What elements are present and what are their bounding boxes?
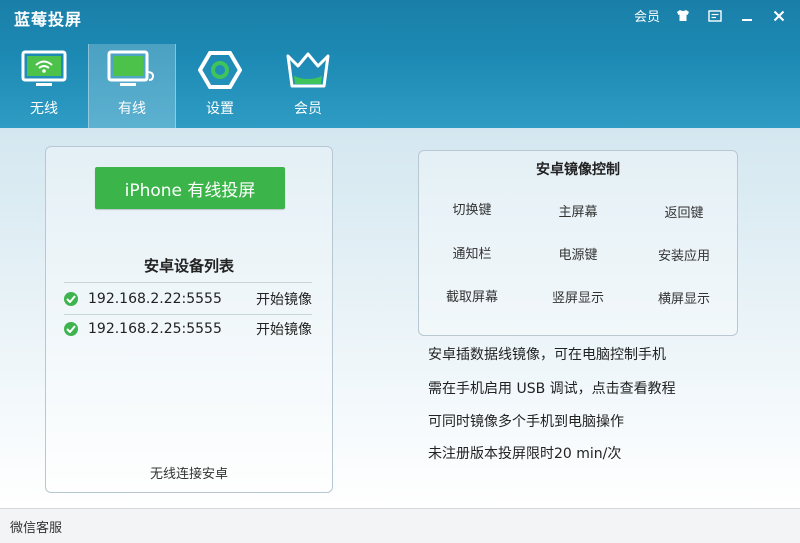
main-nav: 无线 有线 设置 会员 — [0, 44, 352, 128]
power-key-button[interactable]: 电源键 — [525, 244, 631, 263]
device-row: 192.168.2.22:5555 开始镜像 — [64, 287, 312, 311]
notification-bar-button[interactable]: 通知栏 — [419, 243, 525, 262]
start-mirror-button[interactable]: 开始镜像 — [248, 289, 312, 309]
app-title: 蓝莓投屏 — [14, 10, 83, 29]
wechat-service-link[interactable]: 微信客服 — [10, 517, 62, 536]
status-bar: 微信客服 — [0, 508, 800, 543]
tab-vip[interactable]: 会员 — [264, 44, 352, 128]
android-mirror-control-panel: 安卓镜像控制 切换键 主屏幕 返回键 通知栏 电源键 安装应用 截取屏幕 竖屏显… — [418, 150, 738, 336]
screenshot-button[interactable]: 截取屏幕 — [419, 286, 525, 305]
device-panel: iPhone 有线投屏 安卓设备列表 192.168.2.22:5555 开始镜… — [45, 146, 333, 493]
iphone-wired-mirror-button[interactable]: iPhone 有线投屏 — [95, 167, 285, 209]
device-ip: 192.168.2.25:5555 — [88, 321, 222, 337]
tutorial-link[interactable]: 需在手机启用 USB 调试，点击查看教程 — [428, 378, 676, 398]
device-ip: 192.168.2.22:5555 — [88, 291, 222, 307]
tab-settings[interactable]: 设置 — [176, 44, 264, 128]
main-content: iPhone 有线投屏 安卓设备列表 192.168.2.22:5555 开始镜… — [0, 128, 800, 508]
device-row: 192.168.2.25:5555 开始镜像 — [64, 317, 312, 341]
start-mirror-button[interactable]: 开始镜像 — [248, 319, 312, 339]
landscape-display-button[interactable]: 横屏显示 — [631, 288, 737, 307]
tab-wireless[interactable]: 无线 — [0, 44, 88, 128]
skin-icon[interactable] — [674, 7, 692, 25]
info-line: 未注册版本投屏限时20 min/次 — [428, 446, 622, 462]
tab-wired-label: 有线 — [118, 101, 146, 117]
tab-vip-label: 会员 — [294, 101, 322, 117]
back-key-button[interactable]: 返回键 — [631, 202, 737, 221]
check-icon — [64, 292, 78, 306]
vip-link[interactable]: 会员 — [634, 6, 660, 25]
home-screen-button[interactable]: 主屏幕 — [525, 201, 631, 220]
divider — [64, 314, 312, 315]
divider — [64, 282, 312, 283]
window-controls: 会员 — [634, 6, 788, 25]
app-window: 蓝莓投屏 会员 无线 有线 设置 会员 iPhone 有线投屏 安卓设备列表 1… — [0, 0, 800, 543]
info-line: 可同时镜像多个手机到电脑操作 — [428, 414, 624, 430]
title-bar: 蓝莓投屏 会员 无线 有线 设置 会员 — [0, 0, 800, 128]
install-app-button[interactable]: 安装应用 — [631, 245, 737, 264]
minimize-icon[interactable] — [738, 7, 756, 25]
check-icon — [64, 322, 78, 336]
menu-icon[interactable] — [706, 7, 724, 25]
tab-wireless-label: 无线 — [30, 101, 58, 117]
wired-monitor-icon — [107, 48, 157, 92]
hexagon-settings-icon — [195, 48, 245, 92]
crown-icon — [283, 48, 333, 92]
device-list-title: 安卓设备列表 — [143, 257, 234, 275]
tab-wired[interactable]: 有线 — [88, 44, 176, 128]
switch-key-button[interactable]: 切换键 — [419, 199, 525, 218]
close-icon[interactable] — [770, 7, 788, 25]
wifi-monitor-icon — [19, 48, 69, 92]
wireless-connect-android-link[interactable]: 无线连接安卓 — [46, 463, 332, 482]
info-line: 安卓插数据线镜像，可在电脑控制手机 — [428, 347, 666, 363]
tab-settings-label: 设置 — [206, 101, 234, 117]
portrait-display-button[interactable]: 竖屏显示 — [525, 287, 631, 306]
control-panel-title: 安卓镜像控制 — [536, 162, 620, 178]
